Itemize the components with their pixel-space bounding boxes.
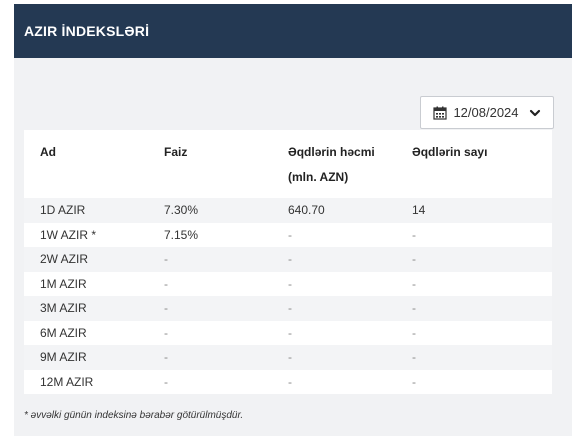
cell-name: 2W AZIR: [40, 252, 89, 267]
cell-rate: -: [164, 325, 168, 340]
cell-volume: -: [288, 301, 292, 316]
table-row: 2W AZIR - - -: [24, 247, 552, 272]
cell-volume: -: [288, 252, 292, 267]
table-row: 3M AZIR - - -: [24, 296, 552, 321]
table-row: 9M AZIR - - -: [24, 345, 552, 370]
widget-header: AZIR İNDEKSLƏRİ: [14, 4, 572, 58]
cell-rate: -: [164, 301, 168, 316]
cell-name: 3M AZIR: [40, 301, 87, 316]
column-header-volume: Əqdlərin həcmi (mln. AZN): [288, 145, 375, 184]
cell-name: 1W AZIR *: [40, 227, 97, 242]
cell-volume: -: [288, 350, 292, 365]
table-row: 6M AZIR - - -: [24, 321, 552, 346]
cell-rate: -: [164, 350, 168, 365]
table-row: 1M AZIR - - -: [24, 272, 552, 297]
cell-rate: 7.30%: [164, 203, 199, 218]
column-header-name: Ad: [40, 145, 56, 159]
date-value: 12/08/2024: [453, 105, 519, 120]
cell-rate: 7.15%: [164, 227, 199, 242]
cell-name: 1D AZIR: [40, 203, 86, 218]
column-header-rate: Faiz: [164, 145, 188, 159]
calendar-icon: [433, 106, 448, 120]
table-row: 1W AZIR * 7.15% - -: [24, 223, 552, 248]
cell-name: 6M AZIR: [40, 325, 87, 340]
footnote: * əvvəlki günün indeksinə bərabər götürü…: [24, 410, 244, 421]
chevron-down-icon: [529, 107, 541, 119]
table-header: Ad Faiz Əqdlərin həcmi (mln. AZN) Əqdlər…: [24, 130, 552, 198]
cell-rate: -: [164, 276, 168, 291]
cell-count: -: [412, 374, 416, 389]
cell-name: 12M AZIR: [40, 374, 94, 389]
cell-count: -: [412, 350, 416, 365]
cell-rate: -: [164, 252, 168, 267]
cell-count: -: [412, 276, 416, 291]
table-row: 12M AZIR - - -: [24, 370, 552, 395]
widget-title: AZIR İNDEKSLƏRİ: [24, 23, 150, 39]
cell-volume: -: [288, 276, 292, 291]
column-header-count: Əqdlərin sayı: [412, 145, 488, 159]
date-picker[interactable]: 12/08/2024: [420, 96, 554, 129]
cell-volume: 640.70: [288, 203, 325, 218]
cell-count: -: [412, 325, 416, 340]
azir-table: Ad Faiz Əqdlərin həcmi (mln. AZN) Əqdlər…: [24, 130, 552, 394]
cell-volume: -: [288, 374, 292, 389]
cell-count: -: [412, 252, 416, 267]
azir-indices-widget: AZIR İNDEKSLƏRİ 12/08/2024 Ad Faiz Əqdlə…: [14, 4, 572, 436]
cell-volume: -: [288, 325, 292, 340]
cell-volume: -: [288, 227, 292, 242]
cell-count: -: [412, 227, 416, 242]
table-row: 1D AZIR 7.30% 640.70 14: [24, 198, 552, 223]
cell-count: -: [412, 301, 416, 316]
cell-rate: -: [164, 374, 168, 389]
cell-count: 14: [412, 203, 426, 218]
cell-name: 1M AZIR: [40, 276, 87, 291]
cell-name: 9M AZIR: [40, 350, 87, 365]
